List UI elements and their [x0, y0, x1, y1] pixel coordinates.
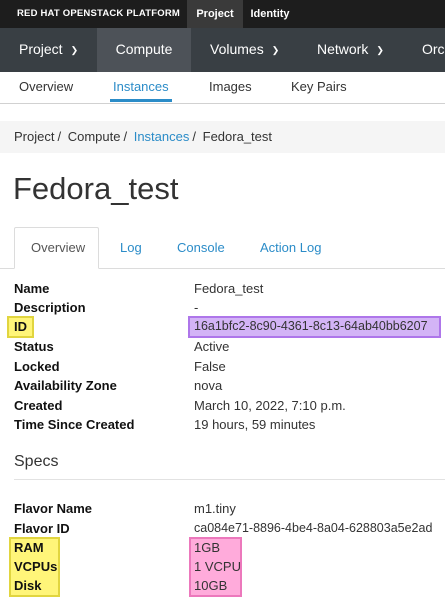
label-created: Created — [14, 398, 63, 413]
label-flavor-name: Flavor Name — [14, 501, 93, 516]
page-title: Fedora_test — [13, 171, 179, 206]
chevron-down-icon: ❯ — [271, 45, 280, 55]
label-disk: Disk — [14, 578, 42, 593]
breadcrumb-instances-link[interactable]: Instances — [134, 129, 190, 144]
value-name: Fedora_test — [194, 281, 264, 296]
specs-divider — [14, 479, 445, 480]
label-time-since-created: Time Since Created — [14, 417, 135, 432]
value-vcpus: 1 VCPU — [194, 559, 241, 574]
value-id: 16a1bfc2-8c90-4361-8c13-64ab40bb6207 — [194, 319, 428, 333]
value-created: March 10, 2022, 7:10 p.m. — [194, 398, 346, 413]
label-ram: RAM — [14, 540, 44, 555]
label-status: Status — [14, 339, 54, 354]
tab-overview[interactable]: Overview — [31, 240, 85, 255]
value-description: - — [194, 300, 199, 315]
label-description: Description — [14, 300, 86, 315]
label-locked: Locked — [14, 359, 60, 374]
sub-nav-instances[interactable]: Instances — [113, 79, 169, 94]
value-locked: False — [194, 359, 226, 374]
label-vcpus: VCPUs — [14, 559, 58, 574]
sub-nav-images[interactable]: Images — [209, 79, 252, 94]
value-ram: 1GB — [194, 540, 221, 555]
main-nav-compute[interactable]: Compute — [97, 28, 191, 72]
breadcrumb-current: Fedora_test — [202, 129, 272, 144]
chevron-down-icon: ❯ — [70, 45, 79, 55]
active-tab-indicator — [110, 99, 172, 102]
top-tab-project[interactable]: Project — [187, 0, 243, 28]
label-name: Name — [14, 281, 50, 296]
value-flavor-id: ca084e71-8896-4be4-8a04-628803a5e2ad — [194, 521, 433, 535]
value-flavor-name: m1.tiny — [194, 501, 236, 516]
value-availability-zone: nova — [194, 378, 223, 393]
value-status: Active — [194, 339, 230, 354]
specs-heading: Specs — [14, 453, 59, 470]
label-availability-zone: Availability Zone — [14, 378, 117, 393]
label-flavor-id: Flavor ID — [14, 521, 70, 536]
main-nav-volumes[interactable]: Volumes ❯ — [210, 28, 279, 72]
main-nav-orchestration[interactable]: Orc — [422, 28, 445, 72]
chevron-down-icon: ❯ — [376, 45, 384, 55]
tab-console[interactable]: Console — [177, 240, 225, 255]
masthead: RED HAT OPENSTACK PLATFORM Project Ident… — [0, 0, 445, 28]
main-nav-project[interactable]: Project ❯ — [19, 28, 78, 72]
breadcrumb-compute: Compute — [67, 129, 121, 144]
value-time-since-created: 19 hours, 59 minutes — [194, 417, 316, 432]
label-id: ID — [14, 319, 27, 334]
main-nav: Project ❯ Compute Volumes ❯ Network ❯ Orc — [0, 28, 445, 72]
sub-nav: Overview Instances Images Key Pairs — [0, 72, 445, 104]
main-nav-network[interactable]: Network ❯ — [317, 28, 384, 72]
breadcrumb-project: Project — [14, 129, 55, 144]
tab-action-log[interactable]: Action Log — [260, 240, 321, 255]
value-disk: 10GB — [194, 578, 228, 593]
brand-logo-text: RED HAT OPENSTACK PLATFORM — [17, 8, 180, 19]
breadcrumb: Project / Compute / Instances / Fedora_test — [0, 121, 445, 153]
sub-nav-key-pairs[interactable]: Key Pairs — [291, 79, 347, 94]
top-tab-identity[interactable]: Identity — [243, 0, 297, 28]
sub-nav-overview[interactable]: Overview — [19, 79, 73, 94]
tab-log[interactable]: Log — [120, 240, 142, 255]
